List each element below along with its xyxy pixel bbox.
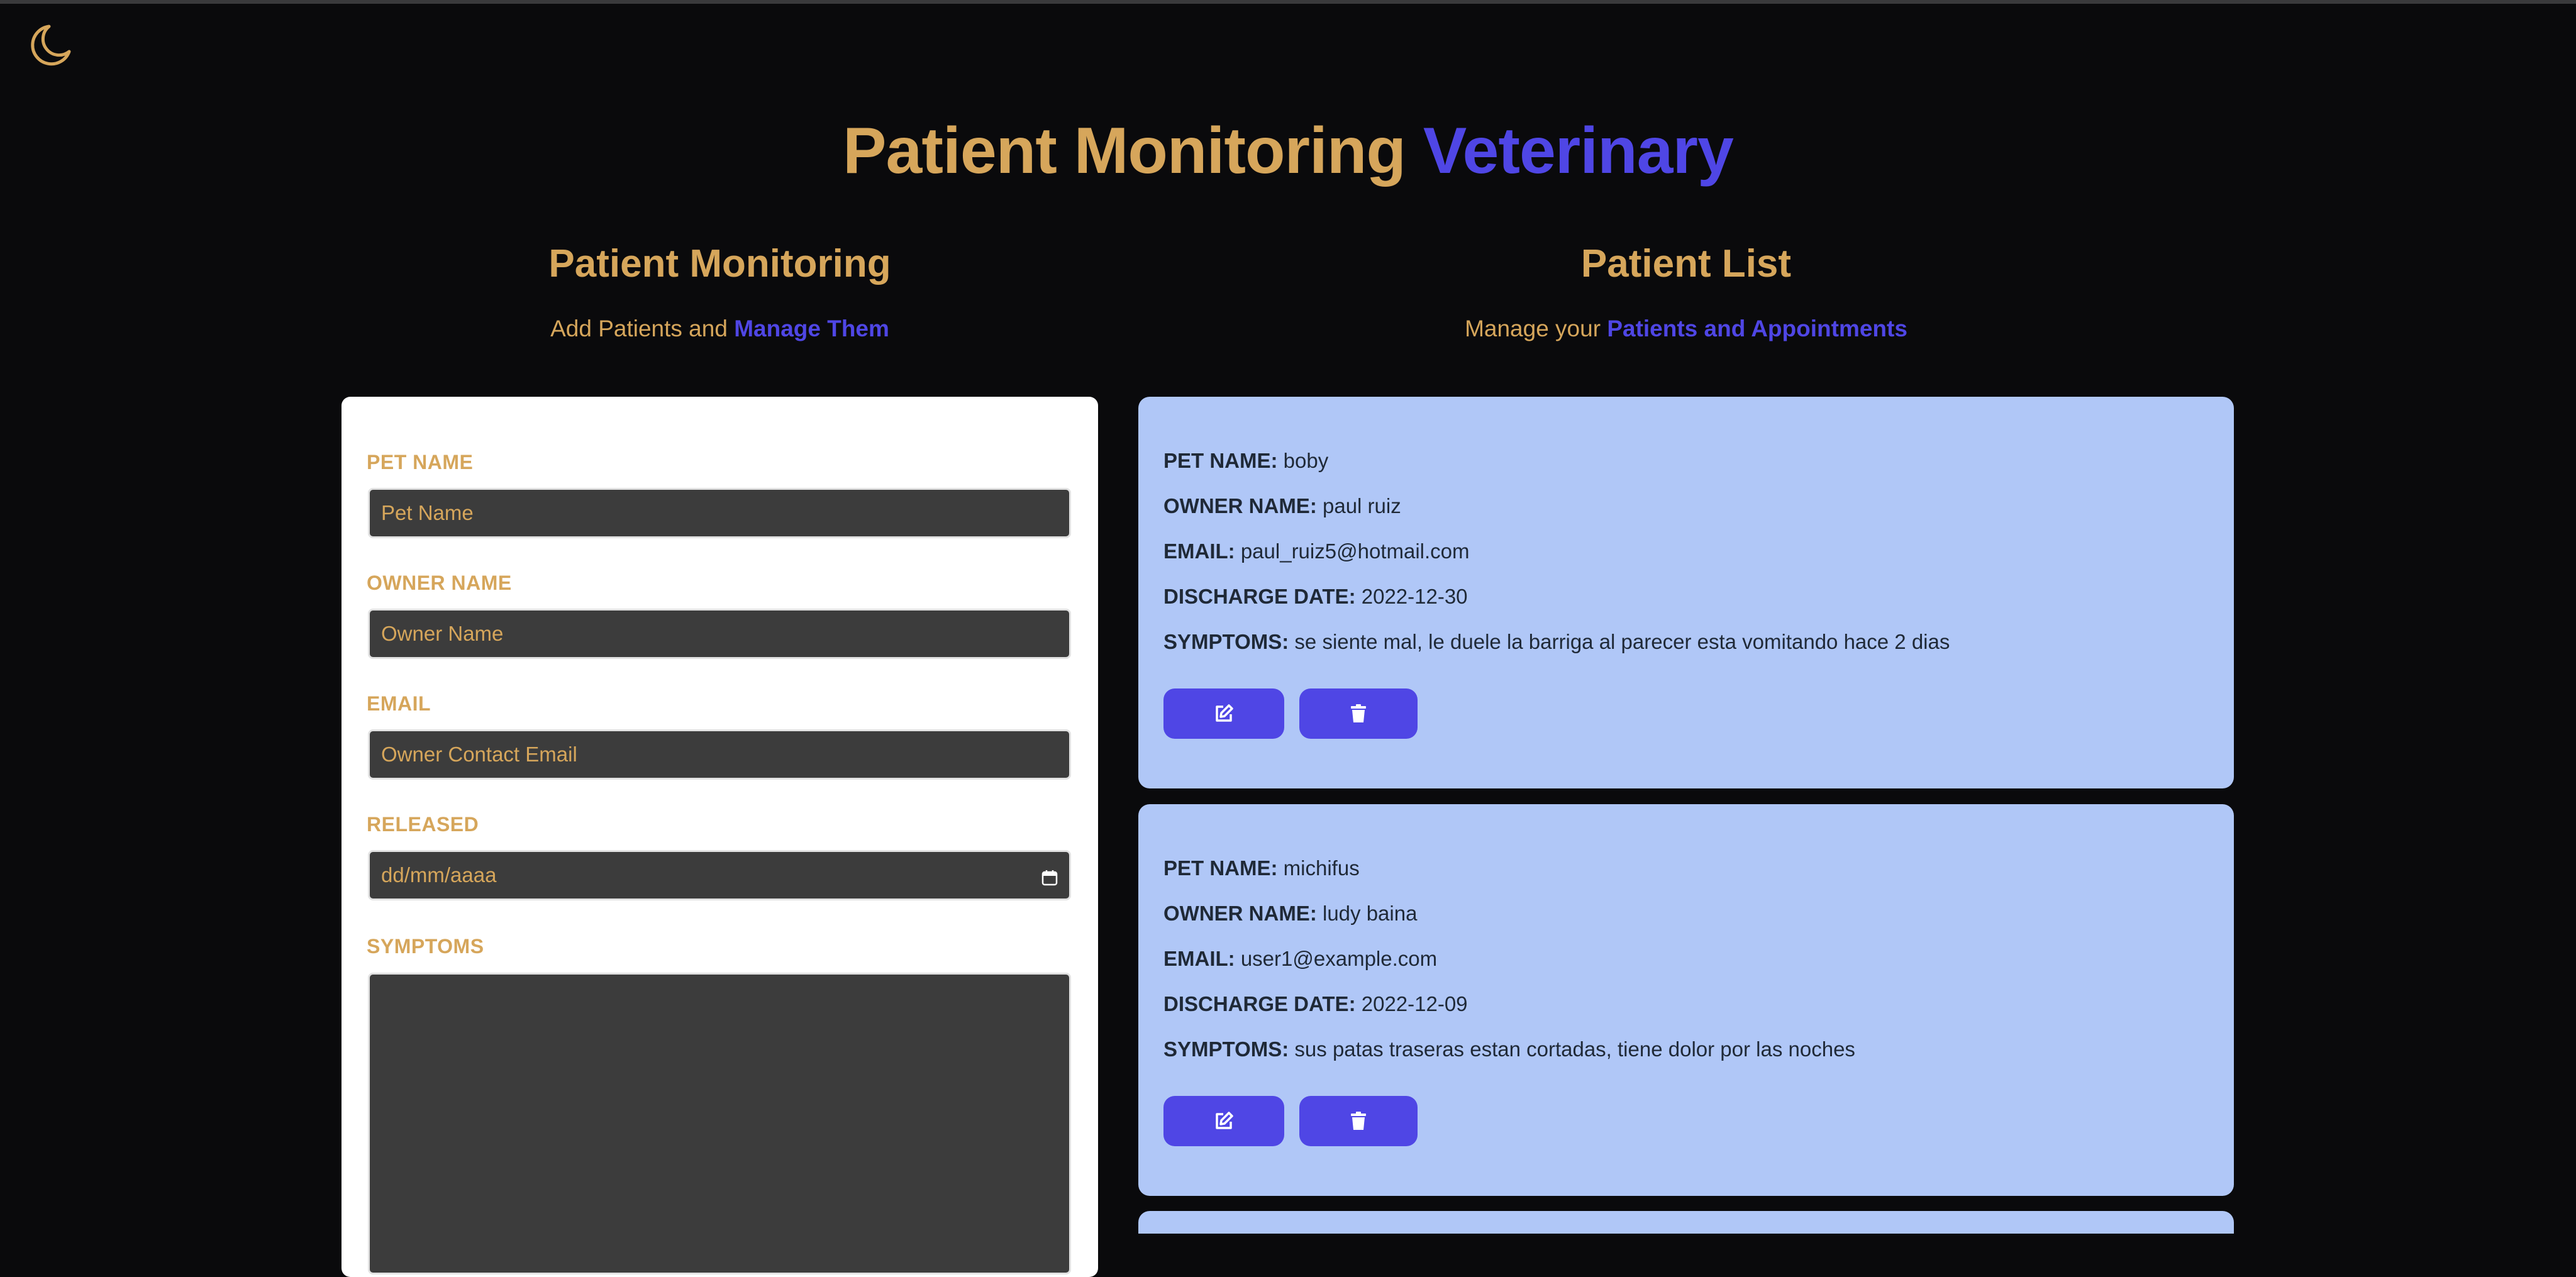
form-subtitle-highlight: Manage Them <box>734 316 889 341</box>
email-input[interactable] <box>368 729 1071 780</box>
date-placeholder: dd/mm/aaaa <box>381 863 497 887</box>
symptoms-textarea[interactable] <box>368 973 1071 1274</box>
delete-button[interactable] <box>1299 1096 1418 1146</box>
edit-button[interactable] <box>1163 688 1284 739</box>
moon-icon[interactable] <box>25 21 75 72</box>
discharge-date-value: 2022-12-30 <box>1361 585 1468 608</box>
symptoms-value: se siente mal, le duele la barriga al pa… <box>1294 630 1950 653</box>
patient-card: PET NAME: michifus OWNER NAME: ludy bain… <box>1138 804 2234 1196</box>
owner-name-row: OWNER NAME: paul ruiz <box>1163 492 1401 520</box>
owner-name-value: paul ruiz <box>1322 494 1401 517</box>
list-section-subtitle: Manage your Patients and Appointments <box>1138 313 2234 345</box>
edit-icon <box>1216 1112 1233 1129</box>
title-part-primary: Patient Monitoring <box>843 114 1406 187</box>
owner-name-input[interactable] <box>368 609 1071 659</box>
email-value: paul_ruiz5@hotmail.com <box>1240 539 1470 563</box>
delete-button[interactable] <box>1299 688 1418 739</box>
symptoms-row: SYMPTOMS: se siente mal, le duele la bar… <box>1163 628 1950 656</box>
list-subtitle-prefix: Manage your <box>1465 316 1601 341</box>
email-label: EMAIL <box>367 692 431 715</box>
title-part-accent: Veterinary <box>1423 114 1734 187</box>
patient-card: PET NAME: boby OWNER NAME: paul ruiz EMA… <box>1138 397 2234 788</box>
owner-name-key: OWNER NAME: <box>1163 902 1317 925</box>
owner-name-value: ludy baina <box>1322 902 1418 925</box>
discharge-date-key: DISCHARGE DATE: <box>1163 585 1356 608</box>
trash-icon <box>1351 1112 1366 1130</box>
patient-card-partial <box>1138 1211 2234 1234</box>
symptoms-key: SYMPTOMS: <box>1163 630 1289 653</box>
symptoms-label: SYMPTOMS <box>367 935 484 958</box>
list-subtitle-highlight: Patients and Appointments <box>1607 316 1907 341</box>
pet-name-key: PET NAME: <box>1163 856 1278 880</box>
pet-name-input[interactable] <box>368 488 1071 538</box>
discharge-date-row: DISCHARGE DATE: 2022-12-09 <box>1163 990 1468 1018</box>
calendar-icon[interactable] <box>1041 867 1058 886</box>
page-title: Patient Monitoring Veterinary <box>0 113 2576 189</box>
owner-name-row: OWNER NAME: ludy baina <box>1163 900 1417 927</box>
window-top-border <box>0 0 2576 4</box>
edit-icon <box>1216 704 1233 722</box>
released-label: RELEASED <box>367 813 479 836</box>
released-date-input[interactable]: dd/mm/aaaa <box>368 850 1071 900</box>
discharge-date-key: DISCHARGE DATE: <box>1163 992 1356 1015</box>
form-section-subtitle: Add Patients and Manage Them <box>341 313 1098 345</box>
pet-name-label: PET NAME <box>367 451 474 473</box>
email-key: EMAIL: <box>1163 539 1235 563</box>
form-section-title: Patient Monitoring <box>548 242 891 285</box>
discharge-date-row: DISCHARGE DATE: 2022-12-30 <box>1163 583 1468 611</box>
pet-name-row: PET NAME: michifus <box>1163 854 1360 882</box>
edit-button[interactable] <box>1163 1096 1284 1146</box>
pet-name-value: michifus <box>1283 856 1360 880</box>
trash-icon <box>1351 704 1366 722</box>
patient-form: PET NAME OWNER NAME EMAIL RELEASED dd/mm… <box>341 397 1098 1277</box>
form-subtitle-prefix: Add Patients and <box>550 316 728 341</box>
symptoms-key: SYMPTOMS: <box>1163 1037 1289 1061</box>
email-row: EMAIL: user1@example.com <box>1163 945 1437 973</box>
symptoms-row: SYMPTOMS: sus patas traseras estan corta… <box>1163 1036 1855 1063</box>
pet-name-row: PET NAME: boby <box>1163 447 1328 475</box>
discharge-date-value: 2022-12-09 <box>1361 992 1468 1015</box>
owner-name-label: OWNER NAME <box>367 572 512 594</box>
pet-name-key: PET NAME: <box>1163 449 1278 472</box>
email-row: EMAIL: paul_ruiz5@hotmail.com <box>1163 538 1470 565</box>
owner-name-key: OWNER NAME: <box>1163 494 1317 517</box>
list-section-title: Patient List <box>1580 242 1792 285</box>
email-key: EMAIL: <box>1163 947 1235 970</box>
pet-name-value: boby <box>1283 449 1329 472</box>
email-value: user1@example.com <box>1240 947 1438 970</box>
symptoms-value: sus patas traseras estan cortadas, tiene… <box>1294 1037 1855 1061</box>
